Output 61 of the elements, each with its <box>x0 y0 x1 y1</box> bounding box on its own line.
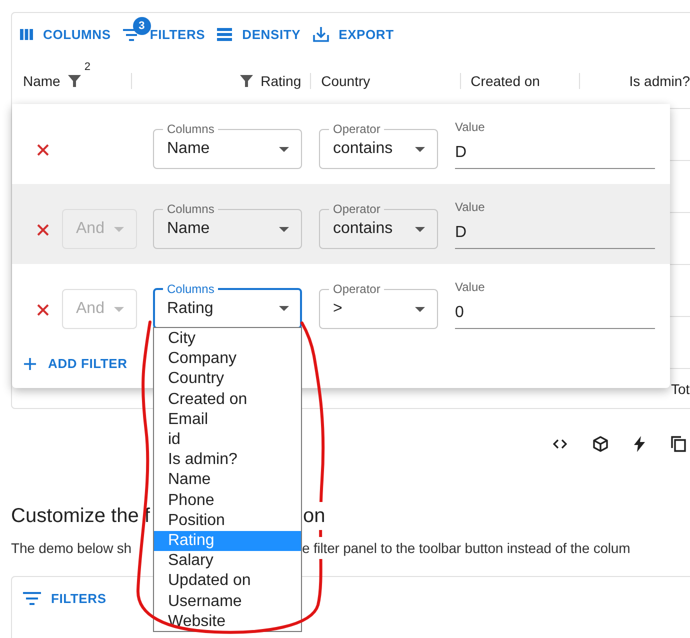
caret-icon <box>279 146 289 152</box>
filter-icon[interactable] <box>68 74 82 86</box>
dropdown-option[interactable]: Email <box>154 410 301 430</box>
column-select[interactable]: Columns Name <box>153 202 302 249</box>
operator-select[interactable]: Operator > <box>319 282 438 329</box>
value-field[interactable]: Value D <box>455 200 655 248</box>
dropdown-option[interactable]: City <box>154 329 301 350</box>
column-header[interactable]: Name <box>23 72 60 88</box>
column-header[interactable]: Country <box>321 72 370 88</box>
dropdown-option[interactable]: Username <box>154 592 301 612</box>
operator-select[interactable]: Operator contains <box>319 122 438 169</box>
cube-icon[interactable] <box>593 436 608 452</box>
close-icon <box>37 304 49 316</box>
toolbar-button[interactable]: DENSITY <box>213 15 305 44</box>
filter-count: 2 <box>84 60 90 72</box>
caret-icon <box>415 306 425 312</box>
description-text: The demo below sh <box>11 539 132 558</box>
caret-icon <box>279 306 289 311</box>
density-icon <box>217 28 232 41</box>
toolbar-button[interactable]: EXPORT <box>308 14 398 44</box>
dropdown-option[interactable]: Salary <box>154 551 301 572</box>
dropdown-option[interactable]: Website <box>154 612 301 632</box>
count-badge: 3 <box>132 16 151 34</box>
dropdown-option[interactable]: id <box>154 430 301 450</box>
dropdown-option[interactable]: Country <box>154 369 301 390</box>
column-header[interactable]: Rating <box>260 72 302 88</box>
copy-icon[interactable] <box>671 436 686 452</box>
caret-icon <box>114 226 124 232</box>
dropdown-option[interactable]: Position <box>154 510 301 532</box>
dropdown-option[interactable]: Is admin? <box>154 450 301 470</box>
section-heading: on <box>303 502 326 530</box>
caret-icon <box>415 146 425 152</box>
filter-icon <box>23 592 41 605</box>
toolbar-button[interactable]: FILTERS <box>19 589 110 608</box>
column-header[interactable]: Created on <box>470 72 540 88</box>
dropdown-option[interactable]: Name <box>154 470 301 491</box>
operator-select[interactable]: Operator contains <box>319 202 438 249</box>
dropdown-option[interactable]: Updated on <box>154 571 301 592</box>
caret-icon <box>114 306 124 312</box>
footer-text: Tot <box>671 381 690 397</box>
column-header[interactable]: Is admin? <box>629 72 690 88</box>
value-field[interactable]: Value D <box>455 120 655 168</box>
toolbar-button[interactable]: 3 FILTERS <box>118 15 210 44</box>
filter-icon[interactable] <box>240 74 253 86</box>
download-icon <box>312 26 329 42</box>
value-field[interactable]: Value 0 <box>455 280 655 328</box>
bolt-icon[interactable] <box>634 436 645 452</box>
code-icon[interactable] <box>553 439 567 449</box>
plus-icon <box>24 358 36 370</box>
caret-icon <box>279 226 289 232</box>
caret-icon <box>415 226 425 232</box>
column-select[interactable]: Columns Name <box>153 122 302 169</box>
columns-icon <box>20 29 33 40</box>
dropdown-option[interactable]: Phone <box>154 490 301 511</box>
dropdown-option[interactable]: Company <box>154 349 301 370</box>
add-filter-button[interactable]: ADD FILTER <box>24 356 128 371</box>
dropdown-option[interactable]: Created on <box>154 390 301 410</box>
description-text: e filter panel to the toolbar button instead of the colum <box>302 537 630 559</box>
close-icon <box>37 144 49 156</box>
close-icon <box>37 224 49 236</box>
toolbar-button[interactable]: COLUMNS <box>16 15 115 44</box>
